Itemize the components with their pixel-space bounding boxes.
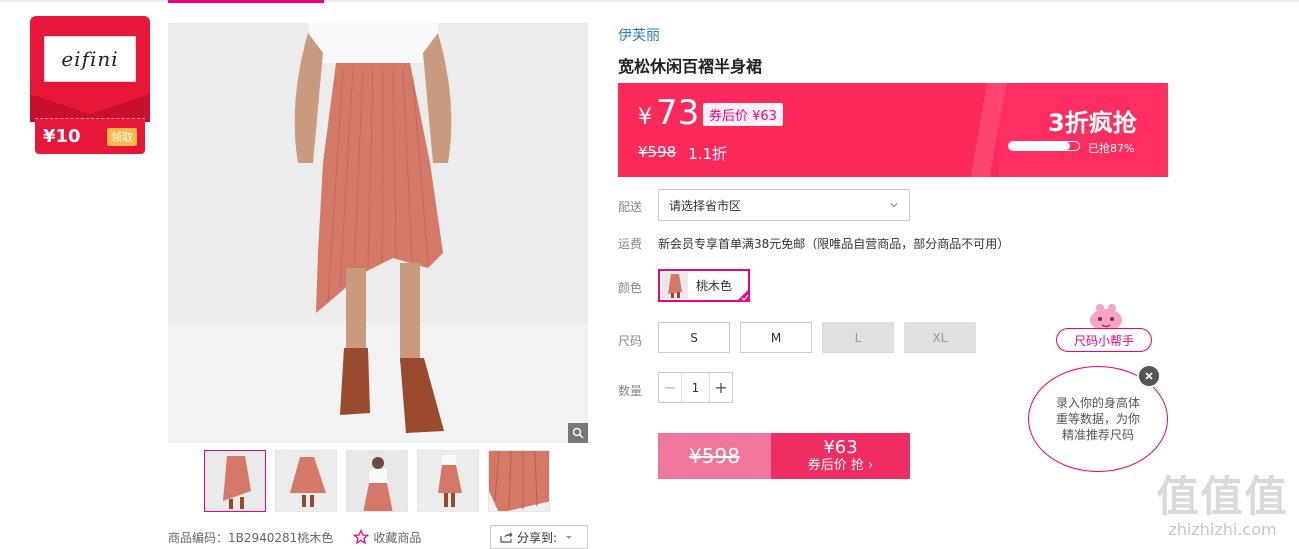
color-option-selected[interactable]: 桃木色 (658, 269, 750, 302)
thumbnail-strip (204, 450, 550, 512)
brand-logo[interactable]: eifini (44, 36, 136, 82)
currency-symbol: ¥ (638, 105, 652, 130)
claim-coupon-button[interactable]: 领取 (107, 127, 137, 146)
current-price: ¥ 73 (638, 93, 699, 133)
quantity-label: 数量 (618, 384, 643, 398)
main-product-image[interactable] (168, 23, 588, 443)
close-icon[interactable] (1137, 364, 1161, 388)
price-panel-divider (948, 83, 1028, 177)
buy-button[interactable]: ¥598 ¥63 券后价 抢 › (658, 433, 910, 479)
size-option[interactable]: S (658, 322, 730, 353)
discount-rate: 1.1折 (688, 145, 728, 163)
size-option: XL (904, 322, 976, 353)
color-label: 颜色 (618, 281, 643, 295)
color-option-label: 桃木色 (696, 279, 733, 293)
brand-link[interactable]: 伊芙丽 (618, 25, 660, 45)
size-helper-text: 录入你的身高体重等数据，为你精准推荐尺码 (1055, 396, 1140, 442)
top-tab-indicator (168, 0, 324, 3)
original-price-row: ¥598 1.1折 (638, 143, 727, 164)
star-icon (353, 529, 370, 545)
size-helper-button[interactable]: 尺码小帮手 (1056, 328, 1152, 352)
quantity-increase-button[interactable]: + (710, 378, 732, 397)
size-helper-widget: 尺码小帮手 录入你的身高体重等数据，为你精准推荐尺码 (1028, 302, 1168, 472)
color-swatch (662, 272, 688, 299)
thumbnail[interactable] (417, 450, 479, 512)
share-label: 分享到: (516, 530, 557, 545)
price-panel: ¥ 73 券后价 ¥63 ¥598 1.1折 3折疯抢 已抢87% (618, 83, 1168, 177)
zoom-icon[interactable] (568, 423, 588, 443)
region-select[interactable]: 请选择省市区 (658, 189, 910, 221)
size-option[interactable]: M (740, 322, 812, 353)
size-option: L (822, 322, 894, 353)
product-title: 宽松休闲百褶半身裙 (618, 57, 763, 76)
coupon[interactable]: ¥10 领取 (35, 118, 145, 154)
watermark: 值值值 zhizhizhi.com (1150, 463, 1295, 539)
product-code: 商品编码：1B2940281桃木色 (168, 530, 334, 545)
thumbnail[interactable] (275, 450, 337, 512)
original-price: ¥598 (638, 143, 677, 161)
thumbnail[interactable] (346, 450, 408, 512)
product-meta-row: 商品编码：1B2940281桃木色 收藏商品 分享到: (168, 525, 588, 549)
share-button[interactable]: 分享到: (489, 525, 588, 549)
coupon-amount: ¥10 (43, 126, 81, 147)
quantity-stepper: − 1 + (658, 372, 733, 403)
watermark-logo: 值值值 (1156, 472, 1289, 521)
buy-after-label: 券后价 抢 › (807, 458, 874, 473)
delivery-label: 配送 (618, 200, 643, 214)
favorite-button[interactable]: 收藏商品 (353, 529, 421, 546)
brand-coupon-card: eifini ¥10 领取 (30, 16, 150, 154)
current-price-value: 73 (656, 93, 700, 133)
watermark-url: zhizhizhi.com (1168, 520, 1277, 539)
thumbnail[interactable] (488, 450, 550, 512)
size-label: 尺码 (618, 334, 643, 348)
share-icon (500, 532, 513, 543)
quantity-input[interactable]: 1 (681, 373, 710, 402)
skirt-model-photo (168, 23, 588, 443)
check-corner-icon (736, 288, 750, 302)
buy-original-price: ¥598 (658, 433, 771, 479)
after-coupon-price-tag: 券后价 ¥63 (703, 103, 783, 126)
sold-progress-label: 已抢87% (1088, 142, 1135, 155)
favorite-label: 收藏商品 (373, 530, 422, 545)
thumbnail[interactable] (204, 450, 266, 512)
quantity-decrease-button[interactable]: − (659, 378, 681, 397)
flash-sale-title: 3折疯抢 (1048, 109, 1137, 137)
shipping-label: 运费 (618, 237, 643, 251)
sold-progress-bar (1008, 141, 1080, 151)
buy-after-price: ¥63 (823, 437, 858, 458)
brand-logo-text: eifini (61, 47, 119, 71)
buy-after-coupon[interactable]: ¥63 券后价 抢 › (771, 433, 910, 479)
caret-down-icon (566, 536, 572, 539)
chevron-down-icon (890, 203, 898, 208)
region-select-value: 请选择省市区 (669, 198, 742, 213)
sold-progress-fill (1009, 142, 1070, 150)
shipping-info: 新会员专享首单满38元免邮（限唯品自营商品，部分商品不可用） (658, 237, 1010, 251)
